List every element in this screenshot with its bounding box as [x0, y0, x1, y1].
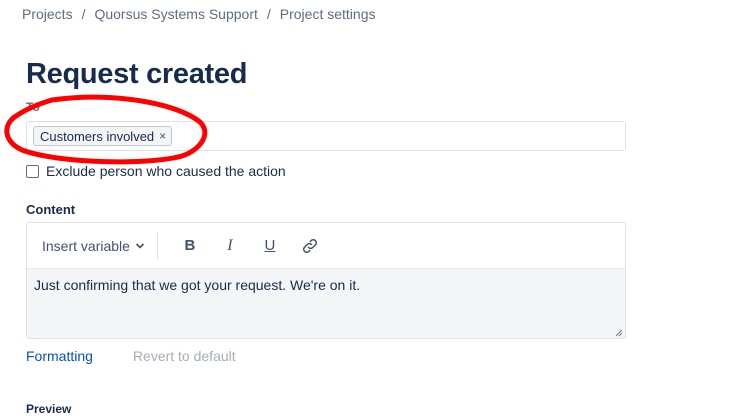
to-label: To	[26, 100, 40, 114]
breadcrumb-project[interactable]: Quorsus Systems Support	[94, 6, 257, 22]
breadcrumb-separator: /	[266, 6, 271, 22]
breadcrumb-projects[interactable]: Projects	[22, 6, 73, 22]
recipient-tag-label: Customers involved	[40, 128, 155, 144]
resize-handle-icon[interactable]	[615, 329, 623, 337]
formatting-link[interactable]: Formatting	[26, 348, 93, 364]
revert-to-default-link[interactable]: Revert to default	[133, 348, 236, 364]
preview-label: Preview	[26, 402, 72, 416]
recipients-field[interactable]: Customers involved ×	[26, 121, 626, 151]
content-editor: Insert variable B I U Just confirming th…	[26, 222, 626, 339]
chevron-down-icon	[135, 242, 145, 249]
underline-button[interactable]: U	[250, 231, 290, 261]
bold-button[interactable]: B	[170, 231, 210, 261]
exclude-row: Exclude person who caused the action	[26, 163, 286, 179]
insert-variable-label: Insert variable	[42, 237, 130, 254]
breadcrumb: Projects / Quorsus Systems Support / Pro…	[22, 6, 375, 22]
content-links: Formatting Revert to default	[26, 348, 236, 364]
editor-toolbar: Insert variable B I U	[27, 223, 625, 269]
content-textarea[interactable]: Just confirming that we got your request…	[27, 269, 625, 338]
insert-variable-button[interactable]: Insert variable	[42, 238, 145, 254]
breadcrumb-separator: /	[81, 6, 86, 22]
content-label: Content	[26, 202, 76, 217]
link-button[interactable]	[290, 231, 330, 261]
toolbar-divider	[156, 232, 158, 259]
breadcrumb-project-settings[interactable]: Project settings	[280, 6, 376, 22]
link-icon	[302, 238, 317, 253]
exclude-label: Exclude person who caused the action	[46, 163, 286, 179]
exclude-checkbox[interactable]	[26, 164, 39, 178]
content-text: Just confirming that we got your request…	[34, 277, 361, 293]
recipient-tag: Customers involved ×	[33, 126, 173, 146]
page-title: Request created	[26, 58, 248, 90]
close-icon[interactable]: ×	[159, 129, 166, 143]
italic-button[interactable]: I	[210, 231, 250, 261]
